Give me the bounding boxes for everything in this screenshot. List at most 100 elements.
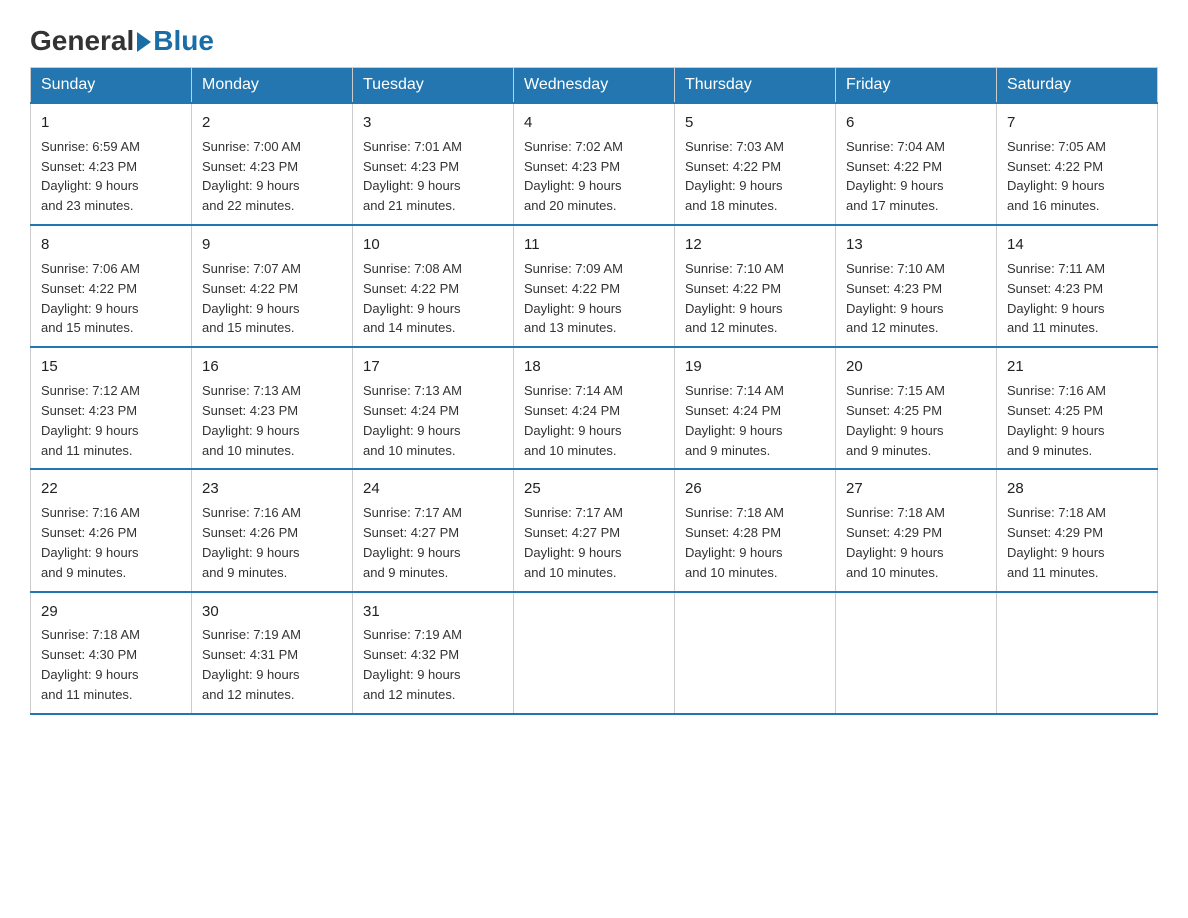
day-info: Sunrise: 7:18 AMSunset: 4:28 PMDaylight:… <box>685 505 784 580</box>
day-info: Sunrise: 7:11 AMSunset: 4:23 PMDaylight:… <box>1007 261 1105 336</box>
day-of-week-header: Thursday <box>675 68 836 104</box>
day-info: Sunrise: 7:17 AMSunset: 4:27 PMDaylight:… <box>524 505 623 580</box>
calendar-week-row: 29 Sunrise: 7:18 AMSunset: 4:30 PMDaylig… <box>31 592 1158 714</box>
day-info: Sunrise: 7:04 AMSunset: 4:22 PMDaylight:… <box>846 139 945 214</box>
day-info: Sunrise: 7:16 AMSunset: 4:25 PMDaylight:… <box>1007 383 1106 458</box>
day-of-week-header: Friday <box>836 68 997 104</box>
day-number: 28 <box>1007 478 1147 500</box>
day-of-week-header: Wednesday <box>514 68 675 104</box>
calendar-day-cell: 13 Sunrise: 7:10 AMSunset: 4:23 PMDaylig… <box>836 225 997 347</box>
calendar-day-cell: 15 Sunrise: 7:12 AMSunset: 4:23 PMDaylig… <box>31 347 192 469</box>
logo-arrow-icon <box>137 32 151 52</box>
calendar-day-cell: 7 Sunrise: 7:05 AMSunset: 4:22 PMDayligh… <box>997 103 1158 225</box>
day-info: Sunrise: 7:19 AMSunset: 4:31 PMDaylight:… <box>202 627 301 702</box>
calendar-table: SundayMondayTuesdayWednesdayThursdayFrid… <box>30 67 1158 715</box>
day-number: 30 <box>202 601 342 623</box>
day-of-week-header: Saturday <box>997 68 1158 104</box>
day-number: 29 <box>41 601 181 623</box>
page-header: General Blue Blue <box>30 20 1158 57</box>
calendar-day-cell: 18 Sunrise: 7:14 AMSunset: 4:24 PMDaylig… <box>514 347 675 469</box>
day-info: Sunrise: 7:10 AMSunset: 4:22 PMDaylight:… <box>685 261 784 336</box>
calendar-header-row: SundayMondayTuesdayWednesdayThursdayFrid… <box>31 68 1158 104</box>
calendar-day-cell <box>997 592 1158 714</box>
day-number: 20 <box>846 356 986 378</box>
calendar-day-cell: 9 Sunrise: 7:07 AMSunset: 4:22 PMDayligh… <box>192 225 353 347</box>
day-number: 3 <box>363 112 503 134</box>
day-info: Sunrise: 7:18 AMSunset: 4:29 PMDaylight:… <box>1007 505 1106 580</box>
day-of-week-header: Sunday <box>31 68 192 104</box>
calendar-day-cell: 27 Sunrise: 7:18 AMSunset: 4:29 PMDaylig… <box>836 469 997 591</box>
day-number: 9 <box>202 234 342 256</box>
calendar-day-cell: 14 Sunrise: 7:11 AMSunset: 4:23 PMDaylig… <box>997 225 1158 347</box>
day-info: Sunrise: 7:06 AMSunset: 4:22 PMDaylight:… <box>41 261 140 336</box>
calendar-day-cell: 24 Sunrise: 7:17 AMSunset: 4:27 PMDaylig… <box>353 469 514 591</box>
calendar-week-row: 1 Sunrise: 6:59 AMSunset: 4:23 PMDayligh… <box>31 103 1158 225</box>
day-info: Sunrise: 7:17 AMSunset: 4:27 PMDaylight:… <box>363 505 462 580</box>
day-number: 21 <box>1007 356 1147 378</box>
day-number: 7 <box>1007 112 1147 134</box>
calendar-day-cell: 25 Sunrise: 7:17 AMSunset: 4:27 PMDaylig… <box>514 469 675 591</box>
day-info: Sunrise: 7:16 AMSunset: 4:26 PMDaylight:… <box>202 505 301 580</box>
day-info: Sunrise: 7:09 AMSunset: 4:22 PMDaylight:… <box>524 261 623 336</box>
day-info: Sunrise: 7:10 AMSunset: 4:23 PMDaylight:… <box>846 261 945 336</box>
day-number: 16 <box>202 356 342 378</box>
day-number: 12 <box>685 234 825 256</box>
calendar-day-cell: 22 Sunrise: 7:16 AMSunset: 4:26 PMDaylig… <box>31 469 192 591</box>
day-of-week-header: Tuesday <box>353 68 514 104</box>
calendar-day-cell: 5 Sunrise: 7:03 AMSunset: 4:22 PMDayligh… <box>675 103 836 225</box>
calendar-day-cell <box>675 592 836 714</box>
day-info: Sunrise: 7:14 AMSunset: 4:24 PMDaylight:… <box>685 383 784 458</box>
day-info: Sunrise: 7:19 AMSunset: 4:32 PMDaylight:… <box>363 627 462 702</box>
day-number: 5 <box>685 112 825 134</box>
calendar-day-cell: 11 Sunrise: 7:09 AMSunset: 4:22 PMDaylig… <box>514 225 675 347</box>
day-info: Sunrise: 7:00 AMSunset: 4:23 PMDaylight:… <box>202 139 301 214</box>
calendar-day-cell <box>836 592 997 714</box>
day-info: Sunrise: 7:01 AMSunset: 4:23 PMDaylight:… <box>363 139 462 214</box>
calendar-week-row: 22 Sunrise: 7:16 AMSunset: 4:26 PMDaylig… <box>31 469 1158 591</box>
day-number: 25 <box>524 478 664 500</box>
calendar-day-cell: 21 Sunrise: 7:16 AMSunset: 4:25 PMDaylig… <box>997 347 1158 469</box>
logo-blue-text: Blue <box>153 25 214 57</box>
day-of-week-header: Monday <box>192 68 353 104</box>
calendar-day-cell: 19 Sunrise: 7:14 AMSunset: 4:24 PMDaylig… <box>675 347 836 469</box>
day-info: Sunrise: 7:16 AMSunset: 4:26 PMDaylight:… <box>41 505 140 580</box>
day-number: 27 <box>846 478 986 500</box>
day-info: Sunrise: 7:02 AMSunset: 4:23 PMDaylight:… <box>524 139 623 214</box>
logo-general-text: General <box>30 25 134 57</box>
day-number: 17 <box>363 356 503 378</box>
day-number: 26 <box>685 478 825 500</box>
calendar-day-cell <box>514 592 675 714</box>
calendar-day-cell: 6 Sunrise: 7:04 AMSunset: 4:22 PMDayligh… <box>836 103 997 225</box>
day-info: Sunrise: 7:14 AMSunset: 4:24 PMDaylight:… <box>524 383 623 458</box>
day-info: Sunrise: 7:15 AMSunset: 4:25 PMDaylight:… <box>846 383 945 458</box>
day-info: Sunrise: 7:08 AMSunset: 4:22 PMDaylight:… <box>363 261 462 336</box>
calendar-day-cell: 20 Sunrise: 7:15 AMSunset: 4:25 PMDaylig… <box>836 347 997 469</box>
day-info: Sunrise: 7:05 AMSunset: 4:22 PMDaylight:… <box>1007 139 1106 214</box>
calendar-day-cell: 17 Sunrise: 7:13 AMSunset: 4:24 PMDaylig… <box>353 347 514 469</box>
calendar-day-cell: 10 Sunrise: 7:08 AMSunset: 4:22 PMDaylig… <box>353 225 514 347</box>
calendar-day-cell: 23 Sunrise: 7:16 AMSunset: 4:26 PMDaylig… <box>192 469 353 591</box>
calendar-day-cell: 4 Sunrise: 7:02 AMSunset: 4:23 PMDayligh… <box>514 103 675 225</box>
calendar-day-cell: 30 Sunrise: 7:19 AMSunset: 4:31 PMDaylig… <box>192 592 353 714</box>
day-info: Sunrise: 7:03 AMSunset: 4:22 PMDaylight:… <box>685 139 784 214</box>
day-number: 22 <box>41 478 181 500</box>
day-info: Sunrise: 7:07 AMSunset: 4:22 PMDaylight:… <box>202 261 301 336</box>
day-number: 31 <box>363 601 503 623</box>
day-number: 24 <box>363 478 503 500</box>
day-number: 23 <box>202 478 342 500</box>
calendar-day-cell: 1 Sunrise: 6:59 AMSunset: 4:23 PMDayligh… <box>31 103 192 225</box>
calendar-day-cell: 28 Sunrise: 7:18 AMSunset: 4:29 PMDaylig… <box>997 469 1158 591</box>
calendar-day-cell: 3 Sunrise: 7:01 AMSunset: 4:23 PMDayligh… <box>353 103 514 225</box>
day-info: Sunrise: 7:18 AMSunset: 4:29 PMDaylight:… <box>846 505 945 580</box>
day-number: 13 <box>846 234 986 256</box>
calendar-day-cell: 12 Sunrise: 7:10 AMSunset: 4:22 PMDaylig… <box>675 225 836 347</box>
day-number: 18 <box>524 356 664 378</box>
day-number: 14 <box>1007 234 1147 256</box>
day-info: Sunrise: 7:12 AMSunset: 4:23 PMDaylight:… <box>41 383 140 458</box>
calendar-day-cell: 26 Sunrise: 7:18 AMSunset: 4:28 PMDaylig… <box>675 469 836 591</box>
calendar-day-cell: 31 Sunrise: 7:19 AMSunset: 4:32 PMDaylig… <box>353 592 514 714</box>
day-number: 2 <box>202 112 342 134</box>
day-info: Sunrise: 6:59 AMSunset: 4:23 PMDaylight:… <box>41 139 140 214</box>
day-info: Sunrise: 7:18 AMSunset: 4:30 PMDaylight:… <box>41 627 140 702</box>
calendar-week-row: 15 Sunrise: 7:12 AMSunset: 4:23 PMDaylig… <box>31 347 1158 469</box>
